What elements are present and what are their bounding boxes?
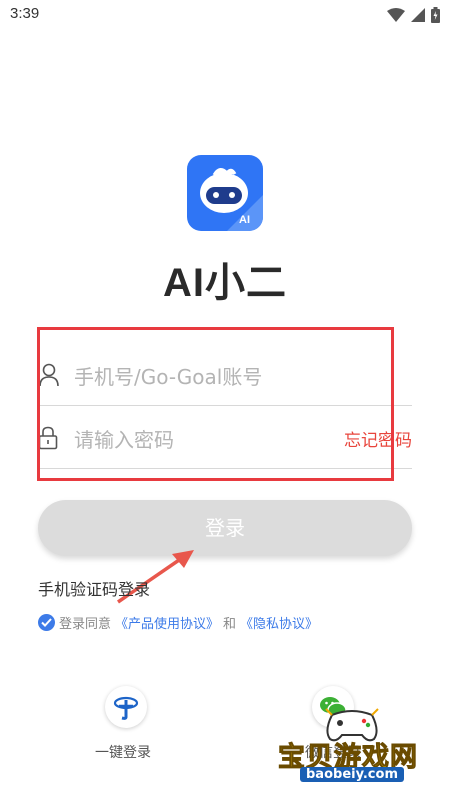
battery-icon bbox=[431, 7, 440, 23]
privacy-agreement-link[interactable]: 《隐私协议》 bbox=[240, 613, 318, 632]
agreement-prefix: 登录同意 bbox=[59, 617, 112, 632]
check-icon bbox=[41, 618, 52, 627]
sms-login-link[interactable]: 手机验证码登录 bbox=[38, 576, 150, 600]
login-button[interactable]: 登录 bbox=[38, 500, 412, 556]
china-telecom-icon bbox=[105, 686, 147, 728]
app-logo: AI bbox=[187, 155, 263, 231]
agreement-and: 和 bbox=[223, 617, 237, 632]
watermark: 宝贝游戏网 baobeiy.com bbox=[262, 705, 427, 795]
lock-icon bbox=[38, 426, 58, 450]
password-field[interactable]: 请输入密码 忘记密码 bbox=[38, 406, 412, 469]
app-title: AI小二 bbox=[163, 261, 287, 305]
logo-badge: AI bbox=[239, 214, 250, 226]
one-click-login-label: 一键登录 bbox=[95, 745, 151, 761]
phone-input[interactable]: 手机号/Go-Goal账号 bbox=[74, 361, 262, 390]
status-time: 3:39 bbox=[10, 5, 40, 22]
wifi-icon bbox=[387, 8, 405, 22]
phone-field[interactable]: 手机号/Go-Goal账号 bbox=[38, 343, 412, 406]
signal-icon bbox=[411, 8, 425, 22]
agreement-row: 登录同意 《产品使用协议》 和 《隐私协议》 bbox=[38, 613, 318, 632]
user-icon bbox=[39, 363, 59, 387]
watermark-url: baobeiy.com bbox=[300, 767, 404, 782]
robot-mascot-icon: AI bbox=[200, 168, 263, 231]
agreement-checkbox[interactable] bbox=[38, 614, 55, 631]
password-input[interactable]: 请输入密码 bbox=[74, 424, 174, 453]
forgot-password-link[interactable]: 忘记密码 bbox=[344, 426, 412, 451]
one-click-login-button[interactable]: 一键登录 bbox=[95, 686, 157, 762]
status-icons bbox=[387, 7, 440, 23]
status-bar: 3:39 bbox=[0, 0, 450, 30]
product-agreement-link[interactable]: 《产品使用协议》 bbox=[115, 613, 219, 632]
